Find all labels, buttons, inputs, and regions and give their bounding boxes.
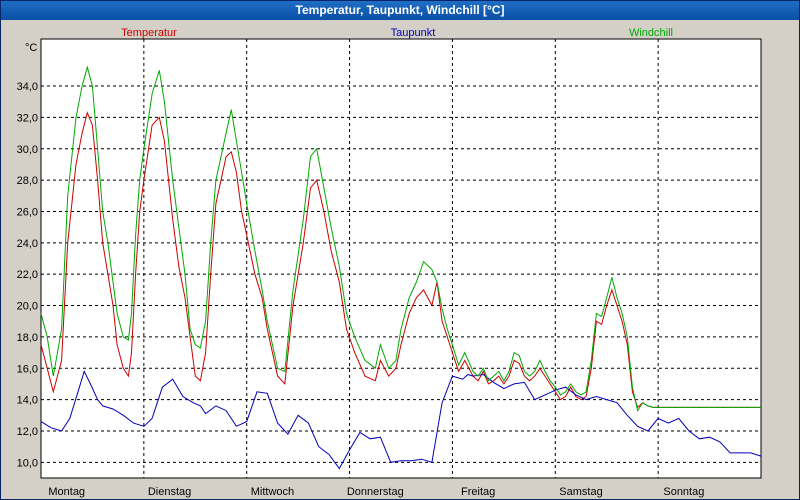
window-title: Temperatur, Taupunkt, Windchill [°C] xyxy=(1,1,799,20)
y-tick-label: 26,0 xyxy=(17,206,38,218)
legend-item-taupunkt: Taupunkt xyxy=(391,27,436,39)
legend: Temperatur Taupunkt Windchill xyxy=(121,27,673,39)
y-tick-label: 16,0 xyxy=(17,363,38,375)
y-axis-label: °C xyxy=(25,42,37,54)
x-axis: Montag12.09.16Dienstag13.09.16Mittwoch14… xyxy=(48,486,704,498)
y-tick-label: 30,0 xyxy=(17,144,38,156)
y-tick-label: 10,0 xyxy=(17,457,38,469)
plot-area xyxy=(40,38,762,479)
x-tick-label-day: Freitag xyxy=(461,486,495,498)
x-tick-label-day: Montag xyxy=(48,486,85,498)
y-tick-label: 28,0 xyxy=(17,175,38,187)
legend-item-temperatur: Temperatur xyxy=(121,27,177,39)
y-tick-label: 24,0 xyxy=(17,238,38,250)
legend-item-windchill: Windchill xyxy=(629,27,673,39)
y-tick-label: 22,0 xyxy=(17,269,38,281)
x-tick-label-day: Dienstag xyxy=(148,486,191,498)
y-tick-label: 34,0 xyxy=(17,81,38,93)
x-tick-label-day: Sonntag xyxy=(663,486,704,498)
y-tick-label: 32,0 xyxy=(17,112,38,124)
y-tick-label: 12,0 xyxy=(17,426,38,438)
y-tick-label: 14,0 xyxy=(17,395,38,407)
x-tick-label-day: Mittwoch xyxy=(251,486,294,498)
y-axis: 10,0 12,0 14,0 16,0 18,0 20,0 22,0 24,0 26,0 28,0… xyxy=(17,81,38,469)
y-tick-label: 20,0 xyxy=(17,301,38,313)
chart: 10,0 12,0 14,0 16,0 18,0 20,0 22,0 24,0 26,0 28,0… xyxy=(17,27,762,498)
y-tick-label: 18,0 xyxy=(17,332,38,344)
x-tick-label-day: Samstag xyxy=(559,486,602,498)
x-tick-label-day: Donnerstag xyxy=(347,486,404,498)
chart-window: Temperatur, Taupunkt, Windchill [°C] 10,… xyxy=(0,0,800,500)
